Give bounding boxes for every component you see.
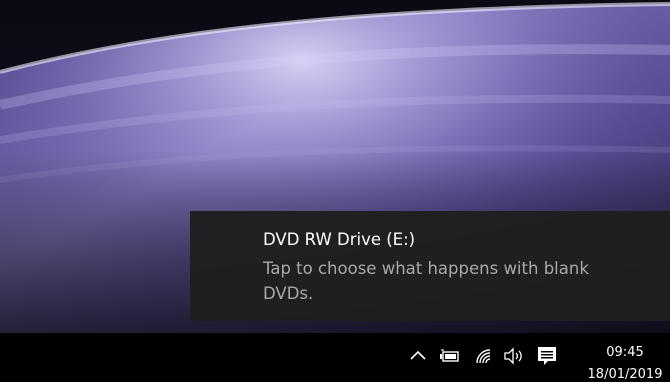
clock-date: 18/01/2019 (587, 367, 663, 382)
wifi-icon[interactable] (471, 344, 495, 368)
screen: DVD RW Drive (E:) Tap to choose what hap… (0, 0, 670, 382)
action-center-icon[interactable] (535, 344, 559, 368)
taskbar: 09:45 18/01/2019 (0, 333, 670, 382)
chevron-up-icon[interactable] (406, 344, 430, 368)
taskbar-clock[interactable]: 09:45 18/01/2019 (586, 342, 664, 382)
desktop-wallpaper (0, 0, 670, 382)
toast-notification[interactable]: DVD RW Drive (E:) Tap to choose what hap… (190, 211, 670, 321)
battery-icon[interactable] (438, 344, 462, 368)
notification-title: DVD RW Drive (E:) (263, 230, 416, 249)
notification-message: Tap to choose what happens with blank DV… (263, 259, 589, 303)
clock-time: 09:45 (606, 345, 644, 360)
volume-icon[interactable] (502, 344, 526, 368)
